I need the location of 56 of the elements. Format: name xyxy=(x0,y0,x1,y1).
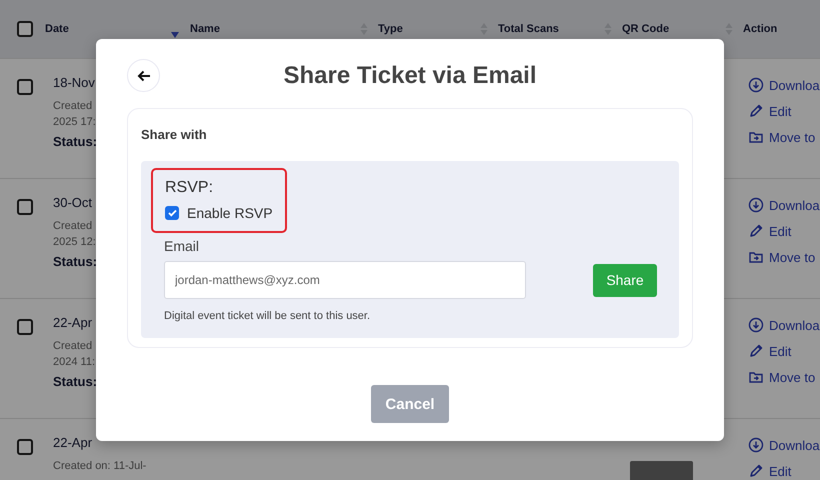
cancel-button[interactable]: Cancel xyxy=(371,385,449,423)
pencil-icon xyxy=(748,343,764,359)
column-header[interactable]: Name xyxy=(190,23,220,35)
row-checkbox[interactable] xyxy=(17,439,33,455)
rsvp-label: RSVP: xyxy=(165,179,214,197)
date-text: 22-Apr xyxy=(53,315,92,330)
edit-link[interactable]: Edit xyxy=(748,223,792,239)
edit-link[interactable]: Edit xyxy=(748,343,792,359)
back-arrow-icon xyxy=(136,70,150,82)
help-text: Digital event ticket will be sent to this user. xyxy=(164,310,372,322)
download-icon xyxy=(748,437,764,453)
date-text: 18-Nov xyxy=(53,75,95,90)
download-link[interactable]: Downloa xyxy=(748,317,820,333)
pencil-icon xyxy=(748,103,764,119)
row-checkbox[interactable] xyxy=(17,199,33,215)
download-link[interactable]: Downloa xyxy=(748,77,820,93)
date-text: 22-Apr xyxy=(53,435,92,450)
download-link[interactable]: Downloa xyxy=(748,437,820,453)
pencil-icon xyxy=(748,463,764,479)
created-text: 2024 11: xyxy=(53,355,96,370)
column-header[interactable]: Date xyxy=(45,23,69,35)
dialog-title: Share Ticket via Email xyxy=(283,62,537,88)
email-label: Email xyxy=(164,238,200,254)
rsvp-checkbox[interactable] xyxy=(165,206,179,220)
download-icon xyxy=(748,197,764,213)
status-label: Status: xyxy=(53,254,98,269)
column-header[interactable]: Action xyxy=(743,23,778,35)
share-button[interactable]: Share xyxy=(593,264,657,296)
row-checkbox[interactable] xyxy=(17,319,33,335)
status-label: Status: xyxy=(53,134,98,149)
edit-link[interactable]: Edit xyxy=(748,103,792,119)
back-button[interactable] xyxy=(127,59,160,92)
select-all-checkbox[interactable] xyxy=(17,21,33,37)
created-text: Created xyxy=(53,219,92,234)
row-checkbox[interactable] xyxy=(17,79,33,95)
move-link[interactable]: Move to xyxy=(748,369,816,385)
created-text: 2025 12: xyxy=(53,235,96,250)
column-header[interactable]: QR Code xyxy=(622,23,670,35)
download-icon xyxy=(748,77,764,93)
created-text: Created on: 11-Jul- xyxy=(53,459,146,474)
edit-link[interactable]: Edit xyxy=(748,463,792,479)
email-field[interactable]: jordan-matthews@xyz.com xyxy=(164,261,526,299)
download-icon xyxy=(748,317,764,333)
column-header[interactable]: Total Scans xyxy=(498,23,559,35)
created-text: Created xyxy=(53,99,92,114)
move-link[interactable]: Move to xyxy=(748,129,816,145)
move-link[interactable]: Move to xyxy=(748,249,816,265)
status-label: Status: xyxy=(53,374,98,389)
column-header[interactable]: Type xyxy=(378,23,403,35)
section-title: Share with xyxy=(141,127,208,142)
created-text: Created xyxy=(53,339,92,354)
download-link[interactable]: Downloa xyxy=(748,197,820,213)
date-text: 30-Oct xyxy=(53,195,92,210)
created-text: 2025 17: xyxy=(53,115,96,130)
pencil-icon xyxy=(748,223,764,239)
checkbox-label: Enable RSVP xyxy=(187,205,273,221)
